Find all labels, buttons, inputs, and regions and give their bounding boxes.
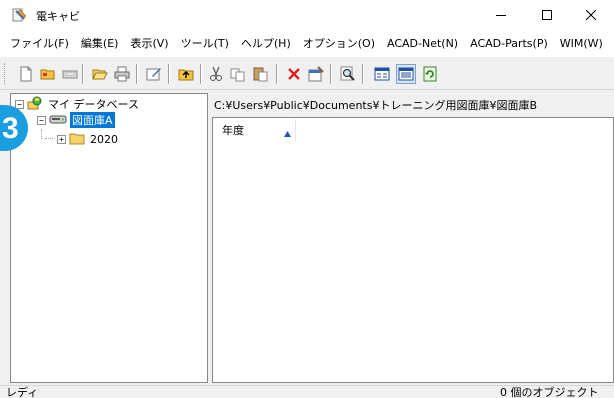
menu-acad-net[interactable]: ACAD-Net(N): [381, 30, 464, 58]
toolbar-separator: [200, 64, 202, 84]
search-icon: [340, 66, 355, 81]
view-list-icon: [374, 67, 390, 81]
minimize-button[interactable]: [478, 0, 524, 30]
copy-icon: [230, 68, 245, 82]
delete-button[interactable]: [284, 64, 304, 84]
up-folder-icon: [178, 69, 194, 81]
column-header-year[interactable]: 年度: [214, 119, 296, 141]
expand-toggle[interactable]: +: [57, 134, 66, 144]
menu-tools[interactable]: ツール(T): [175, 30, 235, 58]
object-count: 0 個のオブジェクト: [500, 386, 599, 398]
toolbar-separator: [136, 64, 138, 84]
file-list[interactable]: 年度: [212, 117, 614, 383]
open-folder-icon: [40, 69, 55, 80]
new-icon: [20, 66, 32, 82]
edit-button[interactable]: [144, 64, 164, 84]
properties-icon: [308, 66, 324, 82]
current-path: C:¥Users¥Public¥Documents¥トレーニング用図面庫¥図面庫…: [214, 99, 538, 112]
new-button[interactable]: [16, 64, 36, 84]
delete-icon: [288, 68, 300, 80]
step-badge: 3: [0, 105, 28, 151]
toolbar-separator: [168, 64, 170, 84]
menu-wim[interactable]: WIM(W): [554, 30, 609, 58]
toolbar-separator: [276, 64, 278, 84]
app-window: 電キャビ ファイル(F) 編集(E) 表示(V) ツール(T) ヘルプ(H) オ…: [0, 0, 614, 398]
column-header-label: 年度: [222, 124, 244, 137]
folder-open-icon: [92, 69, 108, 80]
view-detail-button[interactable]: [396, 64, 416, 84]
menu-help[interactable]: ヘルプ(H): [235, 30, 297, 58]
view-list-button[interactable]: [372, 64, 392, 84]
status-bar: レディ 0 個のオブジェクト: [0, 385, 614, 398]
toolbar-separator: [82, 64, 84, 84]
minimize-icon: [496, 15, 506, 16]
menu-acad-parts[interactable]: ACAD-Parts(P): [464, 30, 554, 58]
tree-label-drive: 図面庫A: [69, 111, 116, 129]
cut-icon: [210, 66, 222, 81]
close-folder-icon: [62, 70, 78, 79]
paste-icon: [253, 67, 268, 82]
menu-edit[interactable]: 編集(E): [75, 30, 125, 58]
database-icon: [27, 96, 43, 113]
toolbar: [0, 58, 614, 90]
copy-button[interactable]: [228, 64, 248, 84]
paste-button[interactable]: [250, 64, 270, 84]
tree-node-folder[interactable]: + 2020: [57, 131, 120, 147]
refresh-icon: [423, 66, 437, 82]
refresh-button[interactable]: [420, 64, 440, 84]
maximize-button[interactable]: [524, 0, 570, 30]
tree-node-drive[interactable]: − 図面庫A: [37, 111, 116, 129]
view-detail-icon: [398, 67, 414, 81]
close-folder-button[interactable]: [60, 64, 80, 84]
maximize-icon: [542, 10, 552, 20]
open-folder-button[interactable]: [38, 64, 58, 84]
folder-open-button[interactable]: [90, 64, 110, 84]
step-number: 3: [2, 112, 19, 145]
menu-options[interactable]: オプション(O): [297, 30, 381, 58]
tree-label-root: マイ データベース: [48, 98, 139, 111]
close-icon: [586, 10, 596, 20]
properties-button[interactable]: [306, 64, 326, 84]
tree-label-folder: 2020: [90, 132, 118, 146]
folder-icon: [69, 131, 85, 148]
collapse-toggle[interactable]: −: [37, 115, 46, 125]
menu-file[interactable]: ファイル(F): [4, 30, 75, 58]
toolbar-separator: [362, 64, 364, 84]
cut-button[interactable]: [206, 64, 226, 84]
print-icon: [114, 66, 130, 82]
close-button[interactable]: [568, 0, 614, 30]
up-folder-button[interactable]: [176, 64, 196, 84]
status-text: レディ: [6, 386, 39, 398]
app-logo-icon: [12, 7, 28, 23]
path-display: C:¥Users¥Public¥Documents¥トレーニング用図面庫¥図面庫…: [212, 93, 614, 117]
search-button[interactable]: [338, 64, 358, 84]
sort-ascending-icon: [284, 127, 291, 140]
edit-icon: [146, 68, 161, 81]
menu-view[interactable]: 表示(V): [124, 30, 174, 58]
folder-tree[interactable]: − マイ データベース − 図面庫A + 2020: [10, 93, 208, 383]
window-title: 電キャビ: [36, 10, 80, 23]
tree-node-root[interactable]: − マイ データベース: [15, 96, 141, 112]
toolbar-grip[interactable]: [4, 63, 7, 85]
print-button[interactable]: [112, 64, 132, 84]
toolbar-separator: [330, 64, 332, 84]
menu-bar: ファイル(F) 編集(E) 表示(V) ツール(T) ヘルプ(H) オプション(…: [0, 30, 614, 58]
title-bar: 電キャビ: [0, 0, 614, 30]
drive-icon: [49, 113, 67, 128]
